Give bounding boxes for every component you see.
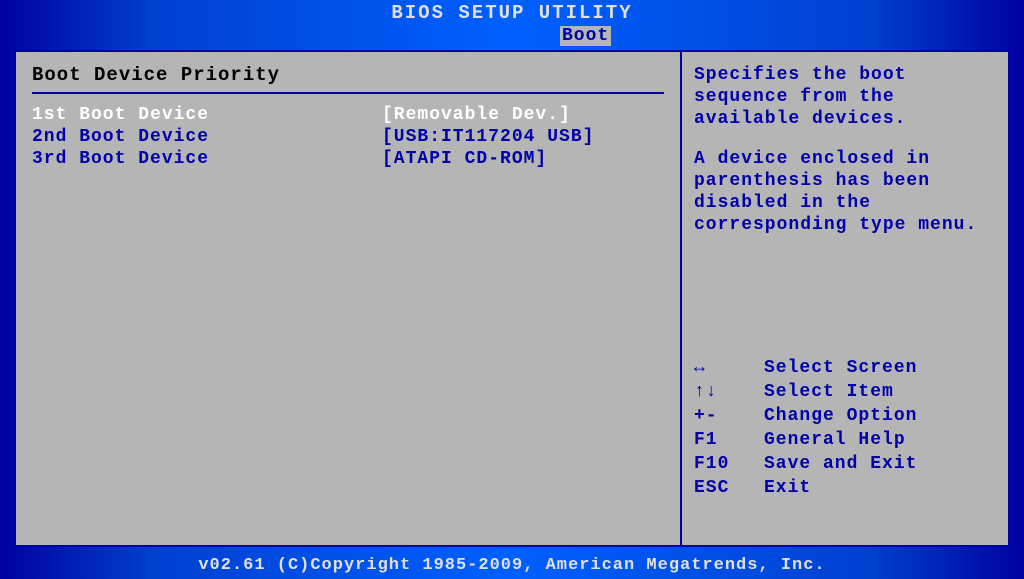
keyhint-change-option: +- Change Option	[694, 404, 996, 428]
app-title: BIOS SETUP UTILITY	[391, 2, 632, 24]
keyhint-action: General Help	[764, 428, 996, 452]
boot-value: [ATAPI CD-ROM]	[382, 149, 664, 169]
keyhint-exit: ESC Exit	[694, 476, 996, 500]
copyright-text: v02.61 (C)Copyright 1985-2009, American …	[198, 556, 825, 575]
spacer	[694, 236, 996, 356]
keyhint-key: ↔	[694, 356, 764, 380]
keyhint-action: Exit	[764, 476, 996, 500]
section-title: Boot Device Priority	[32, 64, 664, 92]
keyhint-action: Change Option	[764, 404, 996, 428]
keyhint-action: Select Screen	[764, 356, 996, 380]
boot-row-1[interactable]: 1st Boot Device [Removable Dev.]	[32, 104, 664, 126]
content-frame: Boot Device Priority 1st Boot Device [Re…	[14, 50, 1010, 547]
keyhint-key: F10	[694, 452, 764, 476]
keyhint-general-help: F1 General Help	[694, 428, 996, 452]
keyhint-save-exit: F10 Save and Exit	[694, 452, 996, 476]
keyhint-select-screen: ↔ Select Screen	[694, 356, 996, 380]
tab-boot[interactable]: Boot	[560, 26, 611, 46]
bios-window: BIOS SETUP UTILITY Boot Boot Device Prio…	[0, 0, 1024, 579]
footer: v02.61 (C)Copyright 1985-2009, American …	[0, 551, 1024, 579]
help-pane: Specifies the boot sequence from the ava…	[682, 52, 1008, 545]
keyhint-select-item: ↑↓ Select Item	[694, 380, 996, 404]
boot-row-2[interactable]: 2nd Boot Device [USB:IT117204 USB]	[32, 126, 664, 148]
keyhint-key: +-	[694, 404, 764, 428]
keyhint-key: ↑↓	[694, 380, 764, 404]
boot-label: 2nd Boot Device	[32, 127, 382, 147]
keyhint-action: Save and Exit	[764, 452, 996, 476]
key-hints: ↔ Select Screen ↑↓ Select Item +- Change…	[694, 356, 996, 500]
boot-label: 3rd Boot Device	[32, 149, 382, 169]
boot-row-3[interactable]: 3rd Boot Device [ATAPI CD-ROM]	[32, 148, 664, 170]
section-divider	[32, 92, 664, 94]
spacer	[694, 130, 996, 148]
main-pane: Boot Device Priority 1st Boot Device [Re…	[16, 52, 682, 545]
title-bar: BIOS SETUP UTILITY	[0, 0, 1024, 26]
boot-label: 1st Boot Device	[32, 105, 382, 125]
boot-value: [Removable Dev.]	[382, 105, 664, 125]
boot-value: [USB:IT117204 USB]	[382, 127, 664, 147]
keyhint-key: ESC	[694, 476, 764, 500]
keyhint-action: Select Item	[764, 380, 996, 404]
tab-row: Boot	[0, 26, 1024, 50]
keyhint-key: F1	[694, 428, 764, 452]
help-paragraph-1: Specifies the boot sequence from the ava…	[694, 64, 996, 130]
help-paragraph-2: A device enclosed in parenthesis has bee…	[694, 148, 996, 236]
